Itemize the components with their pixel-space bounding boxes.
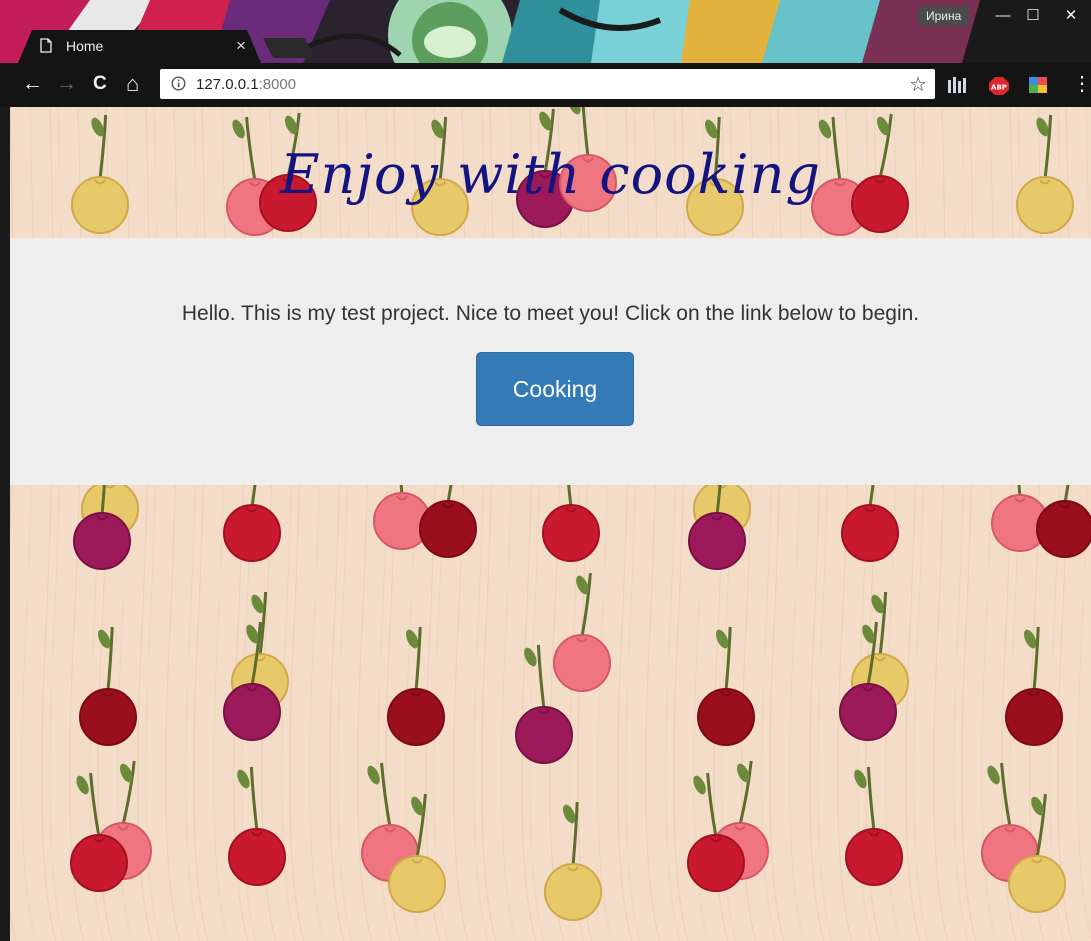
tab-close-icon[interactable]: ×: [236, 36, 246, 56]
bookmark-star-icon[interactable]: ☆: [909, 72, 927, 97]
profile-badge[interactable]: Ирина: [918, 6, 970, 26]
url-host: 127.0.0.1: [196, 76, 259, 93]
intro-text: Hello. This is my test project. Nice to …: [181, 302, 920, 325]
cherry-decoration: [544, 801, 602, 921]
adblock-extension-icon[interactable]: ABP: [988, 76, 1010, 101]
cherry-pattern-background: [10, 107, 1091, 941]
adblock-label: ABP: [991, 84, 1007, 92]
colorful-extension-icon[interactable]: [1028, 76, 1048, 99]
cooking-button[interactable]: Cooking: [476, 352, 634, 426]
jumbotron: Hello. This is my test project. Nice to …: [10, 238, 1091, 485]
cherry-decoration: [79, 626, 137, 746]
back-button[interactable]: ←: [22, 73, 43, 95]
reload-button[interactable]: C: [93, 73, 107, 95]
browser-tab[interactable]: Home ×: [18, 30, 261, 63]
maximize-button[interactable]: ☐: [1018, 4, 1048, 28]
forward-button[interactable]: →: [56, 73, 77, 95]
tab-title: Home: [66, 38, 104, 54]
info-icon[interactable]: [171, 76, 186, 96]
address-bar[interactable]: 127.0.0.1:8000 ☆: [160, 69, 935, 99]
url-text[interactable]: 127.0.0.1:8000: [196, 76, 296, 93]
browser-menu-icon[interactable]: ⋮: [1072, 73, 1091, 95]
window-edge: [0, 107, 10, 941]
page-title: Enjoy with cooking: [280, 143, 821, 206]
url-port: :8000: [258, 76, 297, 93]
cherry-decoration: [228, 766, 286, 886]
cherry-decoration: [845, 766, 903, 886]
page-icon: [40, 38, 52, 56]
browser-chrome: Home × Ирина — ☐ ✕ ← → C ⌂ 127.0.0.1:800…: [0, 0, 1091, 107]
bars-extension-icon[interactable]: [947, 76, 967, 99]
window-close-button[interactable]: ✕: [1056, 4, 1086, 28]
page-viewport: Enjoy with cooking Hello. This is my tes…: [10, 107, 1091, 941]
minimize-button[interactable]: —: [988, 4, 1018, 28]
home-button[interactable]: ⌂: [126, 73, 139, 95]
browser-toolbar: ← → C ⌂ 127.0.0.1:8000 ☆ ABP ⋮: [0, 63, 1091, 107]
